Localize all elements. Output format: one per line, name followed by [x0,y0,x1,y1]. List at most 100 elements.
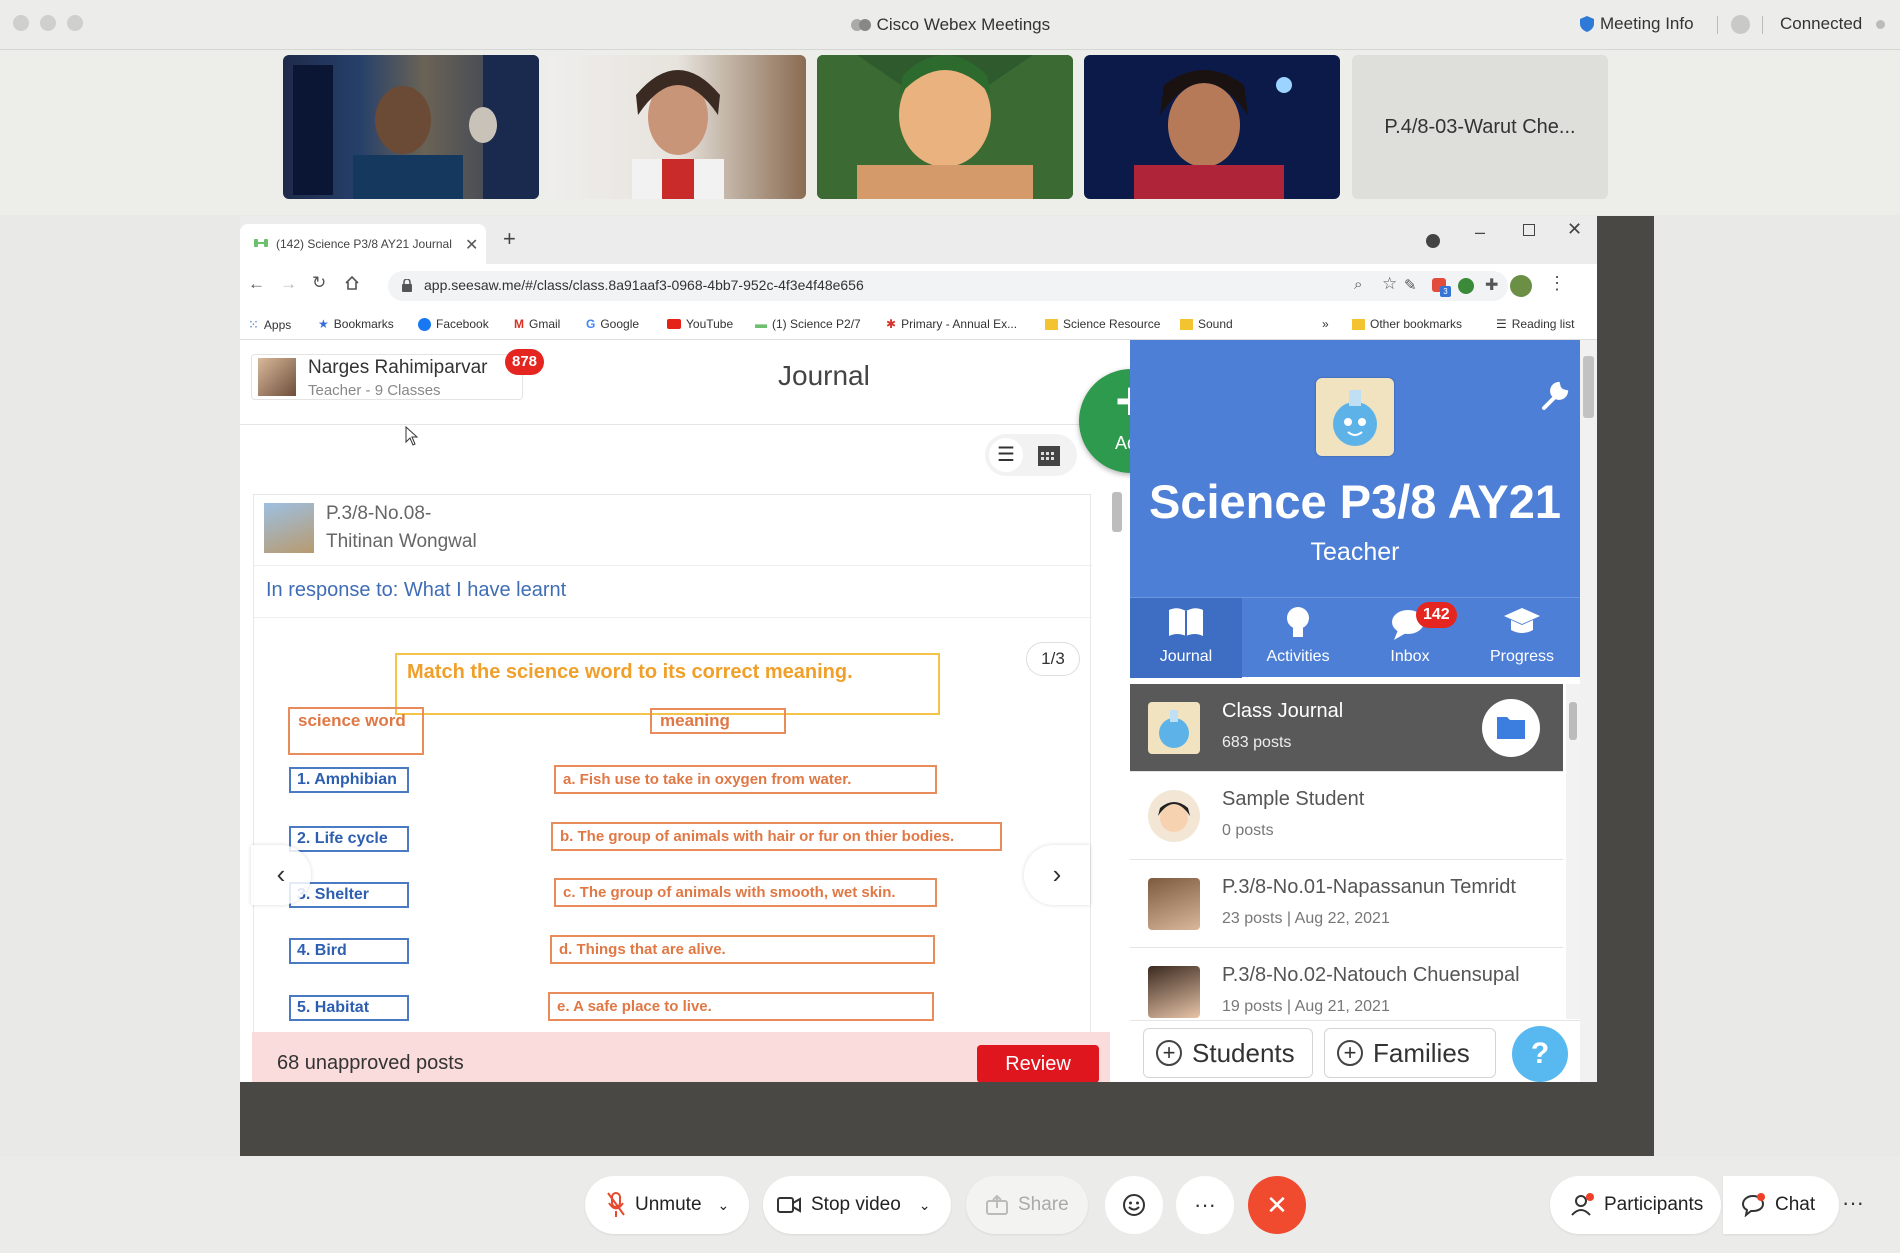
profile-avatar[interactable] [1510,275,1532,297]
bookmark-science-resource[interactable]: Science Resource [1045,317,1160,331]
close-browser-icon[interactable]: ✕ [1567,219,1582,240]
minimize-browser-icon[interactable]: – [1475,222,1485,243]
chat-button[interactable]: Chat [1723,1176,1839,1234]
participant-tile-5[interactable]: P.4/8-03-Warut Che... [1352,55,1608,199]
back-icon[interactable]: ← [248,274,265,294]
unmute-button[interactable]: Unmute ⌄ [585,1176,749,1234]
class-icon [1148,702,1200,754]
reading-list-icon: ☰ [1496,317,1507,331]
chevron-down-icon[interactable]: ⌄ [919,1197,931,1214]
forward-icon[interactable]: → [280,274,297,294]
browser-menu-icon[interactable]: ⋮ [1548,273,1566,294]
add-families-button[interactable]: + Families [1324,1028,1496,1078]
close-tab-icon[interactable]: ✕ [465,235,478,255]
bookmark-gmail[interactable]: M Gmail [514,317,560,331]
folder-icon [1352,318,1365,330]
participant-video-1[interactable] [283,55,539,199]
meeting-info-button[interactable]: Meeting Info [1580,14,1694,34]
nav-activities[interactable]: Activities [1242,598,1354,678]
mouse-cursor-icon [405,426,419,446]
bookmark-sound[interactable]: Sound [1180,317,1233,331]
participants-button[interactable]: Participants [1550,1176,1721,1234]
folders-button[interactable] [1482,699,1540,757]
next-page-chevron-icon[interactable]: › [1024,845,1090,905]
help-button[interactable]: ? [1512,1026,1568,1082]
panel-scrollbar[interactable] [1580,340,1597,1082]
reload-icon[interactable]: ↻ [312,273,326,293]
participant-video-3[interactable] [817,55,1073,199]
chevron-down-icon[interactable]: ⌄ [718,1197,730,1214]
view-toggle: ☰ [985,434,1077,476]
list-item-sub: 0 posts [1222,822,1274,839]
lock-icon [402,279,412,292]
calendar-view-icon[interactable] [1037,443,1061,467]
scrollbar-thumb[interactable] [1569,702,1577,740]
meeting-info-label: Meeting Info [1600,14,1694,33]
stop-video-button[interactable]: Stop video ⌄ [763,1176,951,1234]
button-label: Families [1373,1037,1470,1068]
divider [1762,16,1763,34]
bookmark-primary-annual[interactable]: ✱ Primary - Annual Ex... [886,317,1017,331]
response-prompt-link[interactable]: In response to: What I have learnt [266,579,566,602]
student-row[interactable]: Sample Student 0 posts [1130,772,1563,860]
button-label: Students [1192,1037,1295,1068]
url-field[interactable]: app.seesaw.me/#/class/class.8a91aaf3-096… [388,271,1508,301]
nav-label: Journal [1159,648,1213,665]
lightbulb-icon [1284,604,1312,642]
participant-video-2[interactable] [550,55,806,199]
bookmark-bookmarks[interactable]: ★ Bookmarks [318,317,394,331]
scrollbar-thumb[interactable] [1112,492,1122,532]
folder-icon [1180,318,1193,330]
reading-list[interactable]: ☰ Reading list [1496,317,1574,331]
zoom-icon[interactable]: ⌕ [1354,276,1362,293]
page-indicator: 1/3 [1026,642,1080,676]
connection-status: Connected [1780,14,1863,33]
divider [240,424,1130,425]
bookmark-apps[interactable]: ⁙ Apps [248,317,291,333]
reactions-button[interactable] [1105,1176,1163,1234]
nav-journal[interactable]: Journal [1130,598,1242,678]
participant-video-4[interactable] [1084,55,1340,199]
nav-progress[interactable]: Progress [1466,598,1578,678]
more-panels-button[interactable]: ··· [1842,1190,1864,1216]
bookmark-label: Other bookmarks [1370,317,1463,331]
settings-wrench-icon[interactable] [1538,378,1572,412]
class-journal-row[interactable]: Class Journal 683 posts [1130,684,1563,772]
browser-tab[interactable]: (142) Science P3/8 AY21 Journal ✕ [240,224,486,264]
bookmark-science-p2[interactable]: ▬ (1) Science P2/7 [755,317,861,331]
scrollbar-thumb[interactable] [1583,356,1594,418]
nav-inbox[interactable]: 142 Inbox [1354,598,1466,678]
share-button[interactable]: Share [966,1176,1088,1234]
student-row[interactable]: P.3/8-No.01-Napassanun Temridt 23 posts … [1130,860,1563,948]
eyedropper-icon[interactable]: ✎ [1404,276,1417,294]
seesaw-icon: ▬ [755,317,767,331]
class-nav: Journal Activities 142 Inbox Progress [1130,597,1580,678]
teacher-account-switcher[interactable]: Narges Rahimiparvar Teacher - 9 Classes [251,354,523,400]
notification-badge[interactable]: 878 [505,349,545,375]
leave-meeting-button[interactable]: ✕ [1248,1176,1306,1234]
list-item-name: P.3/8-No.01-Napassanun Temridt [1222,876,1516,898]
extensions-puzzle-icon[interactable]: ✚ [1485,275,1498,295]
more-bookmarks-chevron-icon[interactable]: » [1322,317,1329,331]
bookmark-star-icon[interactable]: ☆ [1382,274,1397,294]
bookmark-google[interactable]: G Google [586,317,639,331]
other-bookmarks[interactable]: Other bookmarks [1352,317,1462,331]
list-view-icon[interactable]: ☰ [989,438,1023,472]
add-students-button[interactable]: + Students [1143,1028,1313,1078]
bookmark-youtube[interactable]: YouTube [667,317,733,331]
list-scrollbar[interactable] [1566,684,1580,1019]
tab-search-icon[interactable] [1426,234,1440,248]
asterisk-icon: ✱ [886,317,897,331]
new-tab-icon[interactable]: + [503,226,516,252]
extension-globe-icon[interactable] [1458,278,1474,294]
teacher-avatar [258,358,296,396]
bookmark-facebook[interactable]: Facebook [418,317,489,331]
more-options-button[interactable]: ··· [1176,1176,1234,1234]
review-button[interactable]: Review [977,1045,1099,1082]
maximize-browser-icon[interactable] [1523,224,1535,236]
nav-label: Inbox [1390,648,1430,665]
word-box: 1. Amphibian [289,767,409,793]
previous-page-chevron-icon[interactable]: ‹ [251,845,311,905]
home-icon[interactable] [344,275,360,291]
journal-scrollbar[interactable] [1110,480,1124,1080]
